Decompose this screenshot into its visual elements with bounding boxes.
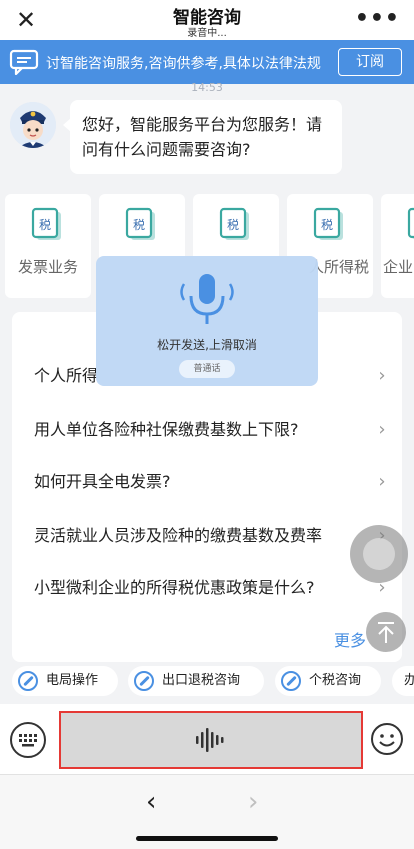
hold-to-talk-button[interactable]	[59, 711, 363, 769]
list-item[interactable]: 小型微利企业的所得税优惠政策是什么? ›	[34, 568, 390, 608]
tax-icon: 税	[313, 207, 343, 240]
assistant-avatar	[10, 102, 56, 148]
chevron-right-icon: ›	[378, 419, 386, 440]
tax-icon: 税	[125, 207, 155, 240]
question-text: 如何开具全电发票?	[34, 472, 171, 491]
quick-chips: 电局操作 出口退税咨询 个税咨询 办	[0, 666, 414, 698]
tax-icon: 税	[219, 207, 249, 240]
top-bar: ✕ 智能咨询 录音中... •••	[0, 0, 414, 40]
chevron-right-icon: ›	[378, 365, 386, 386]
language-selector[interactable]: 普通话	[179, 360, 235, 378]
link-icon	[18, 671, 38, 691]
assistive-touch-inner	[363, 538, 395, 570]
category-label: 发票业务	[17, 258, 78, 276]
link-icon	[134, 671, 154, 691]
message-icon	[9, 49, 39, 75]
category-label: 企业	[383, 258, 414, 276]
chip-more[interactable]: 办	[392, 666, 414, 696]
list-item[interactable]: 用人单位各险种社保缴费基数上下限? ›	[34, 410, 390, 450]
tax-icon-text: 税	[39, 218, 51, 232]
waveform-icon	[196, 728, 224, 752]
forward-button[interactable]: ›	[248, 787, 258, 817]
subscribe-button[interactable]: 订阅	[338, 48, 402, 76]
chip-bureau-operation[interactable]: 电局操作	[12, 666, 118, 696]
more-options-icon[interactable]: •••	[355, 6, 400, 32]
chip-label: 办	[404, 673, 414, 688]
home-indicator[interactable]	[136, 836, 278, 841]
chip-label: 出口退税咨询	[162, 673, 241, 688]
tax-icon-text: 税	[227, 218, 239, 232]
category-card-invoice[interactable]: 税 发票业务	[5, 194, 91, 298]
greeting-message: 您好，智能服务平台为您服务！请问有什么问题需要咨询?	[63, 100, 342, 174]
assistive-touch-button[interactable]	[350, 525, 408, 583]
keyboard-toggle-button[interactable]	[10, 722, 46, 758]
voice-prompt: 松开发送,上滑取消	[157, 338, 257, 352]
message-timestamp: 14:53	[191, 81, 223, 94]
chip-label: 电局操作	[46, 673, 99, 688]
question-text: 用人单位各险种社保缴费基数上下限?	[34, 420, 299, 439]
chevron-right-icon: ›	[378, 471, 386, 492]
list-item[interactable]: 灵活就业人员涉及险种的缴费基数及费率 ›	[34, 516, 390, 556]
question-text: 小型微利企业的所得税优惠政策是什么?	[34, 578, 315, 597]
question-text: 灵活就业人员涉及险种的缴费基数及费率	[34, 526, 323, 545]
back-button[interactable]: ‹	[146, 787, 156, 817]
more-link[interactable]: 更多	[334, 627, 366, 651]
notice-banner: 讨智能咨询服务,咨询供参考,具体以法律法规 订阅	[0, 40, 414, 84]
arrow-up-icon	[378, 622, 394, 643]
tax-icon-text: 税	[133, 218, 145, 232]
link-icon	[281, 671, 301, 691]
microphone-icon	[180, 274, 234, 324]
category-card-enterprise[interactable]: 税 企业	[381, 194, 414, 298]
notice-text: 讨智能咨询服务,咨询供参考,具体以法律法规	[46, 56, 321, 72]
chip-export-refund[interactable]: 出口退税咨询	[128, 666, 264, 696]
keyboard-icon	[19, 734, 37, 747]
recording-status: 录音中...	[187, 28, 227, 39]
emoji-icon[interactable]	[370, 722, 404, 756]
tax-icon-text: 税	[321, 218, 333, 232]
police-avatar-icon	[10, 102, 56, 148]
list-item[interactable]: 如何开具全电发票? ›	[34, 462, 390, 502]
voice-recording-popup: 松开发送,上滑取消 普通话	[96, 256, 318, 386]
tax-icon: 税	[31, 207, 61, 240]
back-to-top-button[interactable]	[366, 612, 406, 652]
input-bar	[0, 704, 414, 774]
tax-icon: 税	[407, 207, 414, 240]
chip-personal-tax[interactable]: 个税咨询	[275, 666, 381, 696]
chip-label: 个税咨询	[309, 673, 362, 688]
